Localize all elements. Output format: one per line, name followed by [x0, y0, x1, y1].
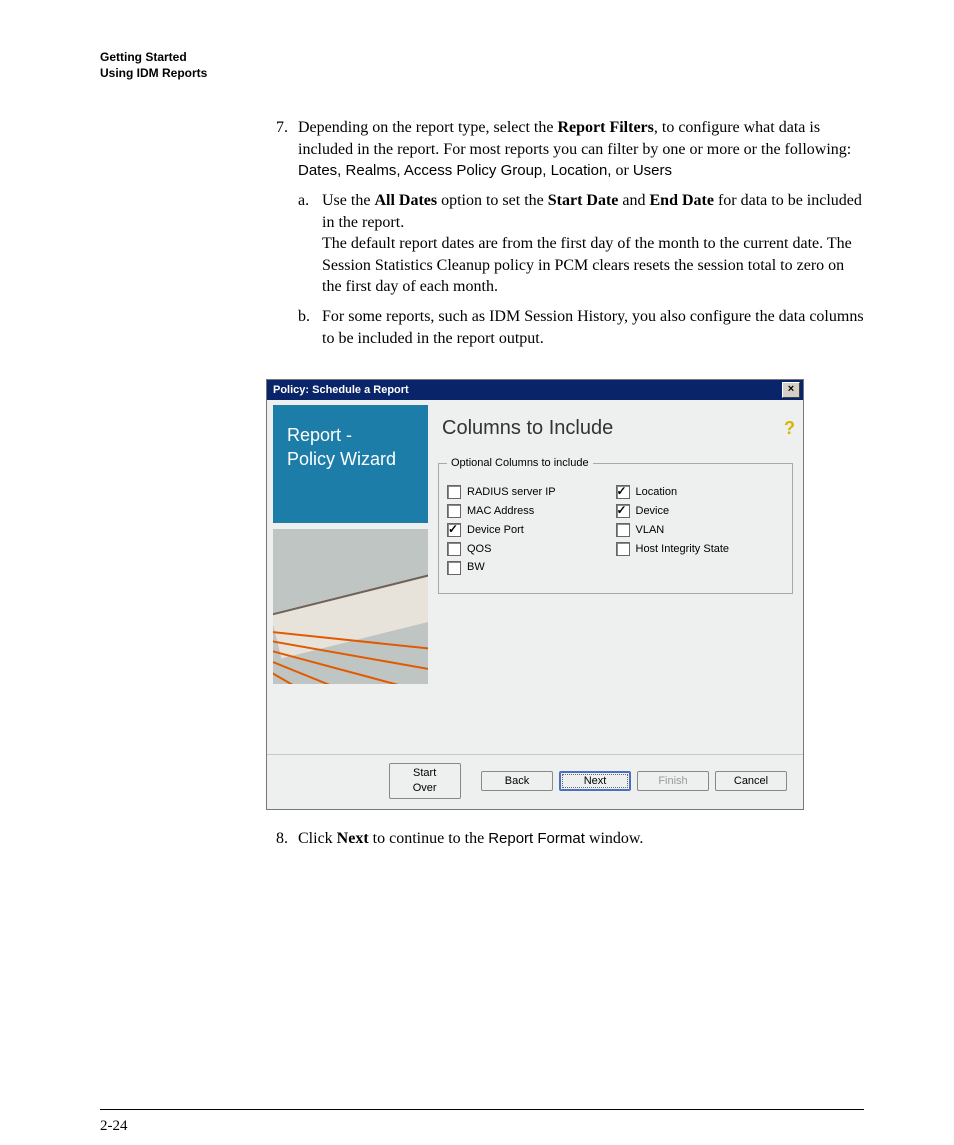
section-title-row: Columns to Include ?	[442, 415, 797, 442]
cb-location[interactable]: Location	[616, 485, 785, 500]
step-8: 8. Click Next to continue to the Report …	[260, 828, 864, 850]
cb-qos[interactable]: QOS	[447, 542, 616, 557]
dialog-figure: Policy: Schedule a Report × Report - Pol…	[266, 379, 864, 810]
optional-columns-group: Optional Columns to include RADIUS serve…	[438, 456, 793, 594]
cb-device[interactable]: Device	[616, 504, 785, 519]
cb-bw[interactable]: BW	[447, 560, 616, 575]
wizard-title-tile: Report - Policy Wizard	[273, 405, 428, 523]
checkbox-col-right: Location Device VLAN Host Integrity Stat…	[616, 481, 785, 579]
page-number: 2-24	[100, 1118, 128, 1134]
cb-device-port[interactable]: Device Port	[447, 523, 616, 538]
header-line1: Getting Started	[100, 50, 864, 66]
step-7-number: 7.	[260, 117, 298, 357]
step-7: 7. Depending on the report type, select …	[260, 117, 864, 357]
header-line2: Using IDM Reports	[100, 66, 864, 82]
step-7-body: Depending on the report type, select the…	[298, 117, 864, 357]
wizard-left-pane: Report - Policy Wizard	[273, 405, 428, 750]
group-legend: Optional Columns to include	[447, 456, 593, 471]
dialog-button-bar: Start Over Back Next Finish Cancel	[267, 754, 803, 809]
dialog-title: Policy: Schedule a Report	[273, 383, 409, 398]
schedule-report-dialog: Policy: Schedule a Report × Report - Pol…	[266, 379, 804, 810]
page-footer: 2-24	[100, 1109, 864, 1135]
content-area: 7. Depending on the report type, select …	[260, 117, 864, 849]
page-header: Getting Started Using IDM Reports	[100, 50, 864, 81]
cancel-button[interactable]: Cancel	[715, 771, 787, 792]
checkbox-col-left: RADIUS server IP MAC Address Device Port…	[447, 481, 616, 579]
step-7-sublist: a. Use the All Dates option to set the S…	[298, 190, 864, 349]
cb-mac-address[interactable]: MAC Address	[447, 504, 616, 519]
step-7a: a. Use the All Dates option to set the S…	[298, 190, 864, 298]
help-icon[interactable]: ?	[784, 416, 795, 440]
step-8-number: 8.	[260, 828, 298, 850]
cb-radius-server-ip[interactable]: RADIUS server IP	[447, 485, 616, 500]
wizard-image	[273, 529, 428, 684]
columns-to-include-title: Columns to Include	[442, 415, 613, 442]
finish-button: Finish	[637, 771, 709, 792]
step-8-body: Click Next to continue to the Report For…	[298, 828, 864, 850]
next-button[interactable]: Next	[559, 771, 631, 792]
step-7b: b. For some reports, such as IDM Session…	[298, 306, 864, 349]
start-over-button[interactable]: Start Over	[389, 763, 461, 799]
close-icon[interactable]: ×	[782, 382, 800, 398]
back-button[interactable]: Back	[481, 771, 553, 792]
cb-vlan[interactable]: VLAN	[616, 523, 785, 538]
cb-host-integrity-state[interactable]: Host Integrity State	[616, 542, 785, 557]
dialog-titlebar[interactable]: Policy: Schedule a Report ×	[267, 380, 803, 400]
